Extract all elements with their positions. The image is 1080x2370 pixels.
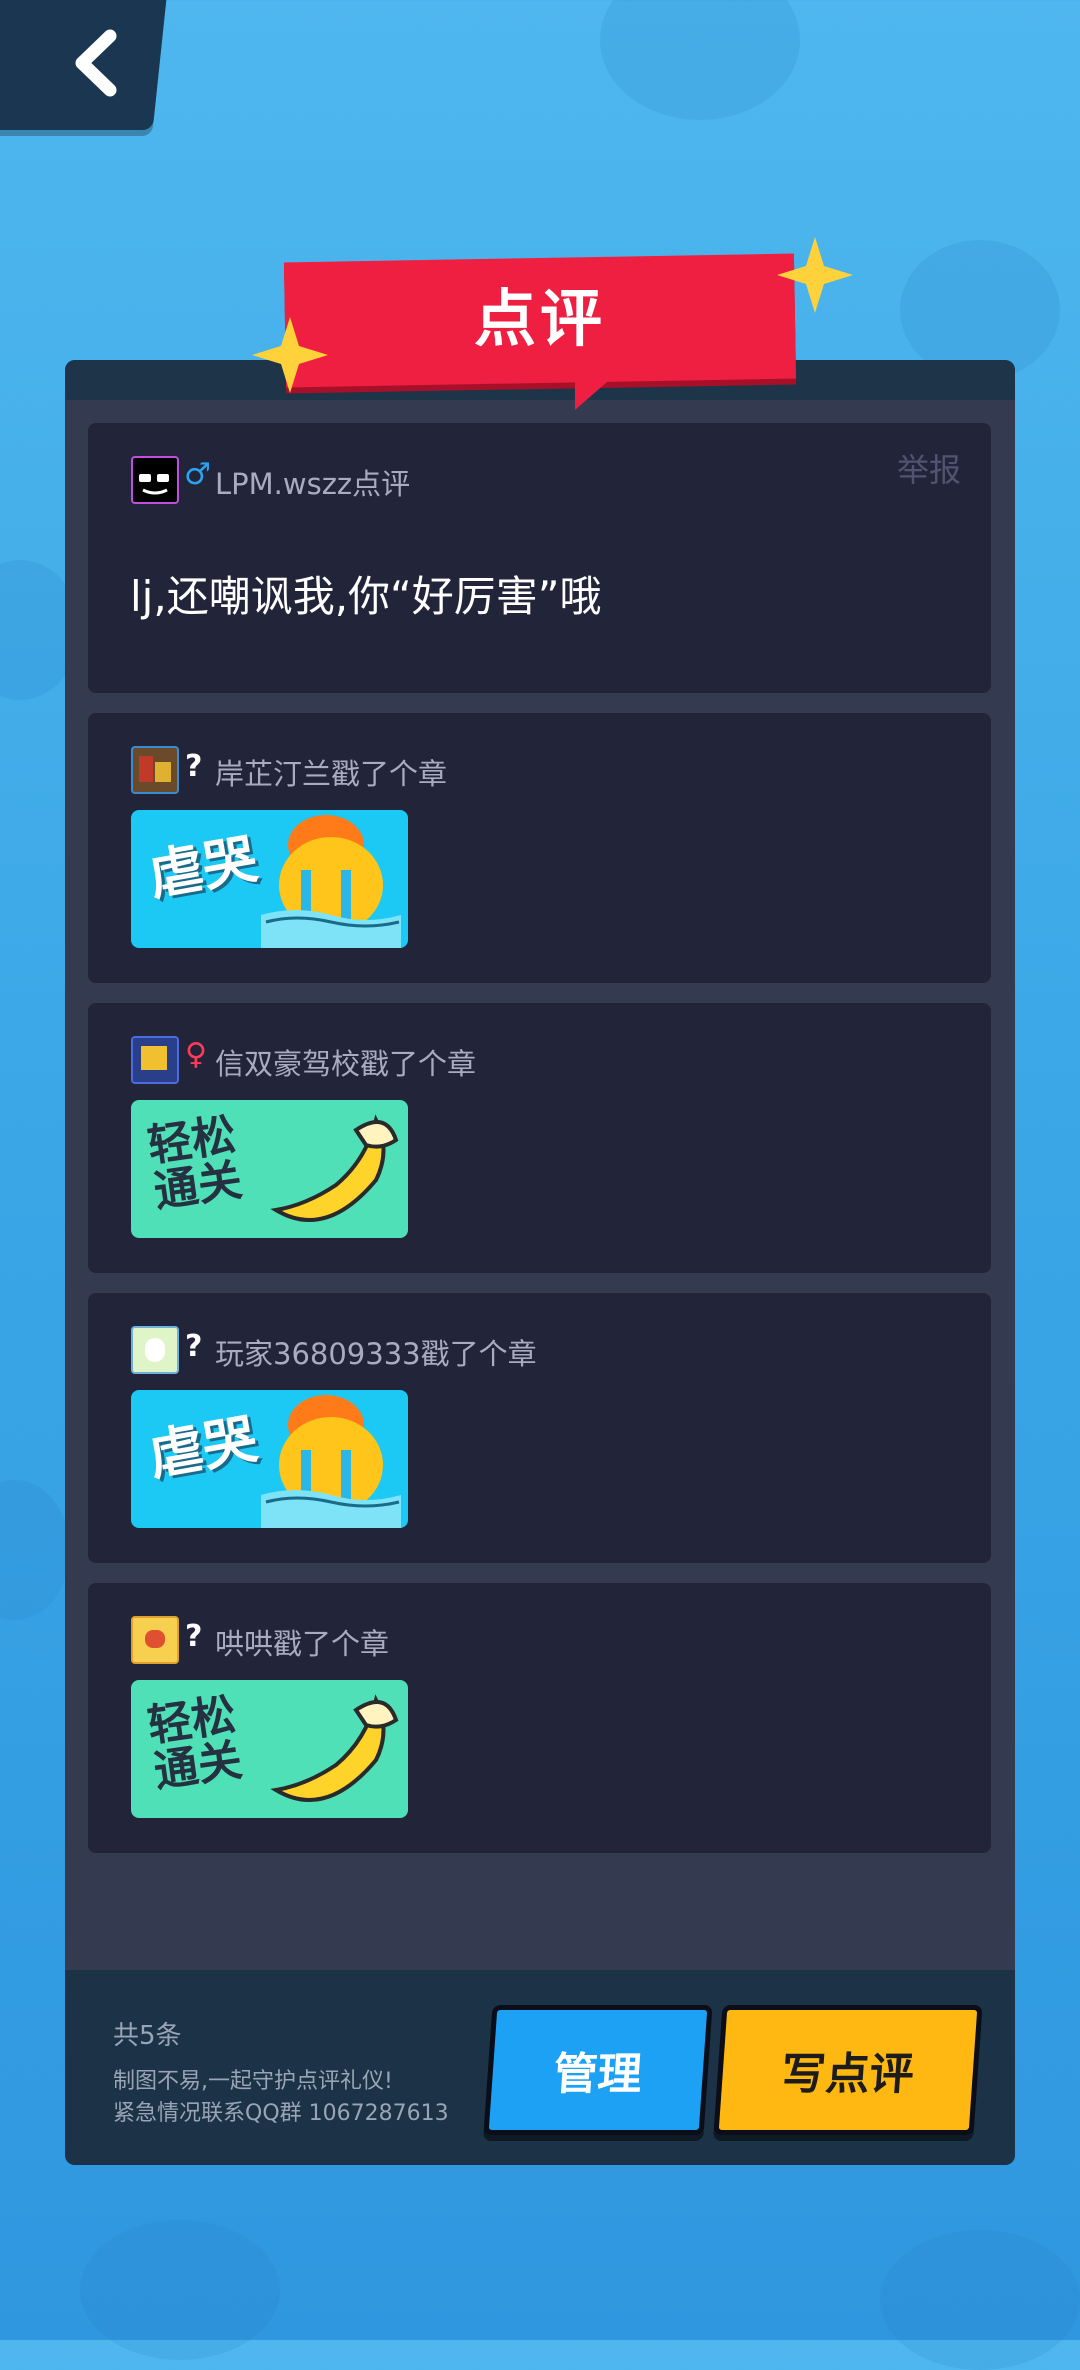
write-review-button[interactable]: 写点评 — [713, 2005, 983, 2135]
stamp-card: ? 岸芷汀兰戳了个章 虐哭 — [88, 713, 991, 983]
etiquette-note: 制图不易,一起守护点评礼仪! — [113, 2069, 393, 2094]
sticker-crying[interactable]: 虐哭 — [131, 1390, 408, 1528]
avatar-face-icon — [139, 474, 169, 495]
avatar[interactable] — [131, 1326, 179, 1374]
chevron-left-icon[interactable] — [62, 28, 132, 98]
gender-unknown-icon: ? — [185, 1329, 203, 1364]
review-count: 共5条 — [113, 2021, 182, 2051]
sticker-label: 虐哭 — [144, 827, 262, 908]
avatar[interactable] — [131, 746, 179, 794]
banana-icon — [270, 1694, 399, 1802]
background-decoration — [80, 2220, 280, 2360]
stamp-author[interactable]: 岸芷汀兰戳了个章 — [215, 751, 447, 793]
report-button[interactable]: 举报 — [897, 445, 961, 491]
stamp-card: ? 哄哄戳了个章 轻松 通关 — [88, 1583, 991, 1853]
sticker-label: 虐哭 — [144, 1407, 262, 1488]
stamp-author[interactable]: 哄哄戳了个章 — [215, 1621, 389, 1663]
sticker-crying[interactable]: 虐哭 — [131, 810, 408, 948]
stamp-card: ♀ 信双豪驾校戳了个章 轻松 通关 — [88, 1003, 991, 1273]
banana-icon — [270, 1114, 399, 1222]
title-ribbon-tail — [575, 375, 615, 410]
comment-card: ♂ LPM.wszz点评 举报 lj,还嘲讽我,你“好厉害”哦 — [88, 423, 991, 693]
background-decoration — [900, 240, 1060, 380]
sticker-easy-clear[interactable]: 轻松 通关 — [131, 1100, 408, 1238]
sticker-label: 轻松 通关 — [144, 1689, 246, 1798]
gender-unknown-icon: ? — [185, 749, 203, 784]
gender-male-icon: ♂ — [184, 457, 211, 492]
sticker-easy-clear[interactable]: 轻松 通关 — [131, 1680, 408, 1818]
gender-unknown-icon: ? — [185, 1619, 203, 1654]
page-title: 点评 — [473, 282, 606, 355]
comment-author[interactable]: LPM.wszz点评 — [215, 461, 410, 503]
avatar[interactable] — [131, 1616, 179, 1664]
background-decoration — [0, 1480, 70, 1620]
crying-character-icon — [261, 1395, 401, 1528]
sparkle-star-icon — [252, 317, 328, 393]
contact-note: 紧急情况联系QQ群 1067287613 — [113, 2101, 449, 2126]
gender-female-icon: ♀ — [185, 1037, 207, 1072]
avatar[interactable] — [131, 1036, 179, 1084]
stamp-author[interactable]: 信双豪驾校戳了个章 — [215, 1041, 476, 1083]
sparkle-star-icon — [777, 237, 853, 313]
avatar[interactable] — [131, 456, 179, 504]
crying-character-icon — [261, 815, 401, 948]
stamp-card: ? 玩家36809333戳了个章 虐哭 — [88, 1293, 991, 1563]
sticker-label: 轻松 通关 — [144, 1109, 246, 1218]
stamp-author[interactable]: 玩家36809333戳了个章 — [215, 1331, 537, 1373]
manage-button[interactable]: 管理 — [483, 2005, 713, 2135]
background-decoration — [600, 0, 800, 120]
comment-text: lj,还嘲讽我,你“好厉害”哦 — [130, 572, 602, 621]
background-decoration — [880, 2230, 1080, 2370]
